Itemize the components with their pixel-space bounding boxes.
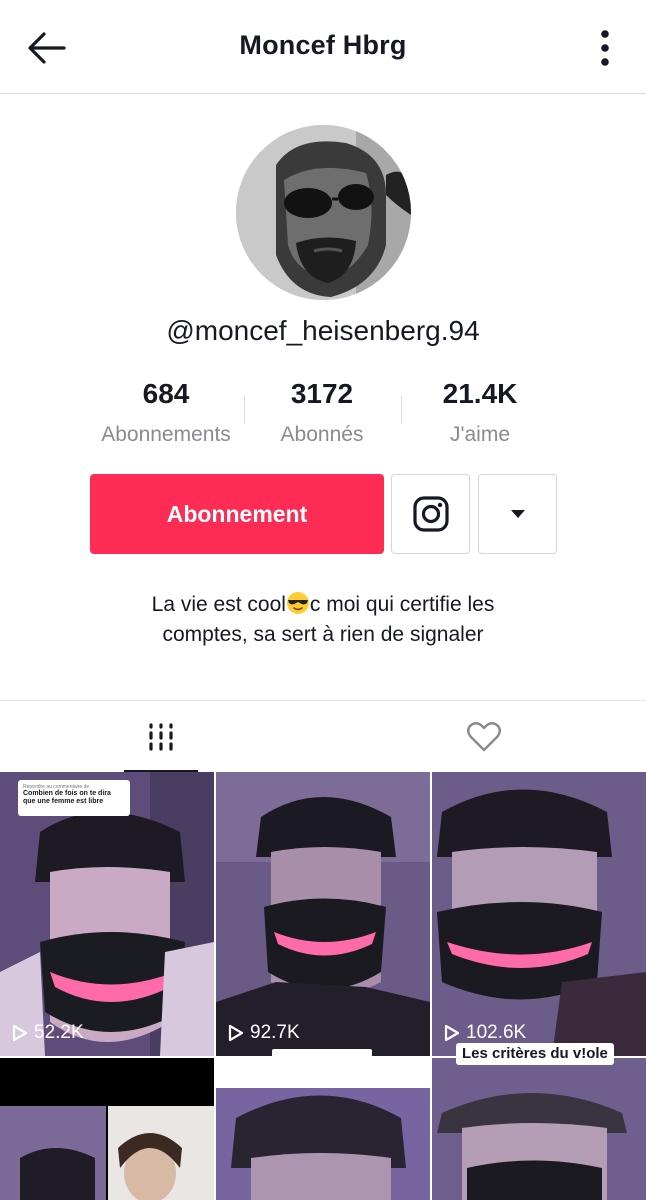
stat-divider xyxy=(401,396,402,424)
more-options-button[interactable] xyxy=(598,28,612,68)
view-count: 102.6K xyxy=(444,1022,526,1044)
play-icon xyxy=(228,1024,244,1042)
stat-label: J'aime xyxy=(449,423,511,446)
bio-line-1: La vie est cool c moi qui certifie les xyxy=(60,590,586,620)
avatar[interactable] xyxy=(236,125,411,300)
video-caption-sticker xyxy=(272,1049,372,1057)
tab-videos[interactable] xyxy=(124,701,198,773)
bio-line-2: comptes, sa sert à rien de signaler xyxy=(162,623,484,646)
username: @moncef_heisenberg.94 xyxy=(166,315,480,346)
grid-icon xyxy=(149,722,173,751)
video-thumbnail[interactable]: 92.7K xyxy=(216,772,430,1056)
view-count-value: 102.6K xyxy=(466,1022,527,1043)
instagram-button[interactable] xyxy=(391,474,470,554)
profile-bio: La vie est cool c moi qui certifie les c… xyxy=(60,590,586,650)
stat-label: Abonnés xyxy=(280,423,364,446)
stat-followers[interactable]: 3172 Abonnés xyxy=(262,378,382,448)
video-thumbnail[interactable] xyxy=(216,1058,430,1200)
caret-down-icon xyxy=(510,510,525,518)
view-count: 52.2K xyxy=(12,1022,84,1044)
video-grid: Répondre au commentaire de Combien de fo… xyxy=(0,772,646,1200)
stat-divider xyxy=(244,396,245,424)
video-thumbnail[interactable]: 102.6K xyxy=(432,772,646,1056)
view-count-value: 52.2K xyxy=(34,1022,84,1043)
video-thumbnail[interactable]: Répondre au commentaire de Combien de fo… xyxy=(0,772,214,1056)
video-thumbnail[interactable] xyxy=(0,1058,214,1200)
stat-value: 21.4K xyxy=(442,378,518,409)
sunglasses-emoji-icon xyxy=(286,592,309,614)
suggestions-dropdown-button[interactable] xyxy=(478,474,557,554)
profile-tabs xyxy=(0,700,646,773)
video-caption-sticker: Les critères du v!ole xyxy=(456,1043,614,1065)
stat-value: 3172 xyxy=(290,378,354,409)
video-caption-sticker: Répondre au commentaire de Combien de fo… xyxy=(18,780,130,816)
caption-text: Combien de fois on te dira que une femme… xyxy=(23,790,111,805)
stat-value: 684 xyxy=(142,378,190,409)
page-title: Moncef Hbrg xyxy=(239,30,407,60)
view-count: 92.7K xyxy=(228,1022,300,1044)
stat-label: Abonnements xyxy=(101,423,231,446)
stat-following[interactable]: 684 Abonnements xyxy=(90,378,242,448)
play-icon xyxy=(444,1024,460,1042)
top-bar: Moncef Hbrg xyxy=(0,0,646,94)
view-count-value: 92.7K xyxy=(250,1022,300,1043)
stat-likes[interactable]: 21.4K J'aime xyxy=(420,378,540,448)
instagram-icon xyxy=(412,496,449,532)
bio-text: La vie est cool xyxy=(151,593,286,616)
tab-liked[interactable] xyxy=(446,701,522,772)
heart-outline-icon xyxy=(467,721,501,751)
video-thumbnail[interactable] xyxy=(432,1058,646,1200)
bio-text: c moi qui certifie les xyxy=(309,593,495,616)
more-vertical-icon xyxy=(601,30,609,66)
play-icon xyxy=(12,1024,28,1042)
follow-button[interactable]: Abonnement xyxy=(90,474,384,554)
